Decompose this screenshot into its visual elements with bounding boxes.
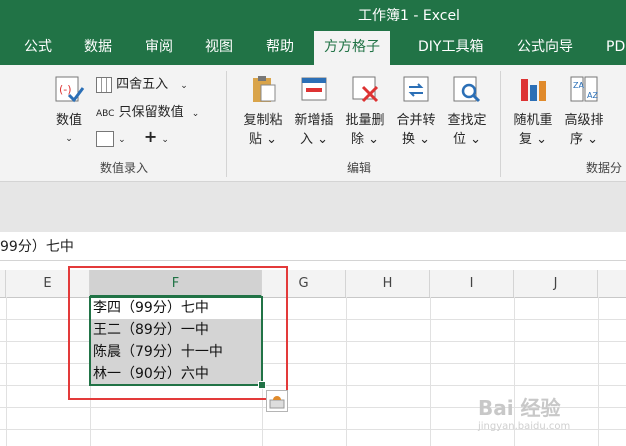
- copy-paste-button[interactable]: 复制粘 贴 ⌄: [238, 73, 288, 149]
- formula-bar[interactable]: 99分）七中: [0, 232, 626, 261]
- quick-analysis-button[interactable]: [266, 390, 288, 412]
- round-button[interactable]: 四舍五入 ⌄: [96, 73, 188, 93]
- chevron-down-icon: ⌄: [65, 134, 73, 144]
- group-separator: [226, 71, 227, 177]
- grid-line: [0, 385, 626, 386]
- group-separator: [500, 71, 501, 177]
- cell-f2[interactable]: 王二（89分）一中: [90, 319, 262, 341]
- quick-analysis-icon: [269, 396, 285, 409]
- magnifier-icon: [451, 73, 483, 105]
- svg-text:(-): (-): [59, 83, 72, 96]
- ribbon-bottom-area: [0, 182, 626, 232]
- svg-text:ZA: ZA: [573, 81, 584, 90]
- chevron-down-icon: ⌄: [180, 81, 188, 91]
- copy-paste-label-2: 贴 ⌄: [248, 132, 278, 147]
- column-header-h[interactable]: H: [346, 270, 430, 297]
- column-headers: E F G H I J: [0, 270, 626, 298]
- find-locate-label-2: 位 ⌄: [452, 132, 482, 147]
- advanced-sort-button[interactable]: ZA AZ 高级排 序 ⌄: [559, 73, 609, 149]
- find-locate-button[interactable]: 查找定 位 ⌄: [442, 73, 492, 149]
- column-header-j[interactable]: J: [514, 270, 598, 297]
- cell-f1[interactable]: 李四（99分）七中: [90, 297, 262, 319]
- insert-rows-icon: [298, 73, 330, 105]
- formula-value: 99分）七中: [0, 239, 74, 255]
- insert-label-2: 入 ⌄: [299, 132, 329, 147]
- fill-handle[interactable]: [258, 381, 266, 389]
- chevron-down-icon: ⌄: [191, 109, 200, 119]
- numeric-label: 数值: [55, 113, 82, 128]
- numeric-button[interactable]: (-) 数值 ⌄: [44, 73, 94, 149]
- ribbon: (-) 数值 ⌄ 四舍五入 ⌄ ABC 只保留数值 ⌄ ⌄ + ⌄ 数值录入 复…: [0, 65, 626, 182]
- batch-delete-label-2: 除 ⌄: [350, 132, 380, 147]
- tab-pdf[interactable]: PD: [606, 29, 625, 65]
- tab-data[interactable]: 数据: [84, 29, 112, 65]
- cell-f4[interactable]: 林一（90分）六中: [90, 363, 262, 385]
- column-header-f[interactable]: F: [90, 270, 262, 297]
- merge-convert-label: 合并转: [396, 113, 436, 128]
- group-label-value-entry: 数值录入: [100, 161, 149, 175]
- advanced-sort-label-2: 序 ⌄: [569, 132, 599, 147]
- ribbon-tabs: 公式 数据 审阅 视图 帮助 方方格子 DIY工具箱 公式向导 PD: [0, 29, 626, 65]
- merge-convert-button[interactable]: 合并转 换 ⌄: [391, 73, 441, 149]
- random-repeat-button[interactable]: 随机重 复 ⌄: [508, 73, 558, 149]
- cell-f3[interactable]: 陈晨（79分）十一中: [90, 341, 262, 363]
- batch-delete-label: 批量删: [345, 113, 385, 128]
- random-repeat-label-2: 复 ⌄: [518, 132, 548, 147]
- chevron-down-icon: ⌄: [161, 135, 169, 145]
- advanced-sort-label: 高级排: [564, 113, 604, 128]
- copy-paste-label: 复制粘: [243, 113, 283, 128]
- column-header-i[interactable]: I: [430, 270, 514, 297]
- tab-view[interactable]: 视图: [205, 29, 233, 65]
- random-repeat-label: 随机重: [513, 113, 553, 128]
- keep-values-button[interactable]: ABC 只保留数值 ⌄: [96, 101, 199, 120]
- batch-delete-button[interactable]: 批量删 除 ⌄: [340, 73, 390, 149]
- watermark-logo: Bai 经验 jingyan.baidu.com: [478, 396, 571, 432]
- tab-formula-wizard[interactable]: 公式向导: [517, 29, 573, 65]
- tab-diy-toolbox[interactable]: DIY工具箱: [418, 29, 483, 65]
- group-label-edit: 编辑: [347, 161, 372, 175]
- find-locate-label: 查找定: [447, 113, 487, 128]
- group-label-data-analysis: 数据分: [586, 161, 623, 175]
- plus-button[interactable]: +: [144, 127, 157, 146]
- round-label: 四舍五入: [116, 77, 169, 92]
- title-bar: 工作簿1 - Excel: [0, 0, 626, 29]
- tab-fangfang[interactable]: 方方格子: [314, 31, 390, 65]
- tab-review[interactable]: 审阅: [145, 29, 173, 65]
- tab-formulas[interactable]: 公式: [24, 29, 52, 65]
- grid-icon: [96, 76, 112, 93]
- chevron-down-icon: ⌄: [118, 135, 126, 145]
- column-header-e[interactable]: E: [6, 270, 90, 297]
- insert-button[interactable]: 新增插 入 ⌄: [289, 73, 339, 149]
- tab-help[interactable]: 帮助: [266, 29, 294, 65]
- random-bars-icon: [517, 73, 549, 105]
- svg-text:AZ: AZ: [587, 91, 598, 100]
- window-title: 工作簿1 - Excel: [358, 8, 460, 24]
- convert-arrows-icon: [400, 73, 432, 105]
- sort-az-icon: ZA AZ: [568, 73, 600, 105]
- keep-values-label: 只保留数值: [118, 105, 184, 120]
- numeric-icon: (-): [53, 73, 85, 105]
- clipboard-icon: [247, 73, 279, 105]
- column-header-g[interactable]: G: [262, 270, 346, 297]
- abc-icon: ABC: [96, 109, 115, 119]
- merge-convert-label-2: 换 ⌄: [401, 132, 431, 147]
- pencil-icon: [96, 130, 114, 147]
- delete-cross-icon: [349, 73, 381, 105]
- edit-tools-button[interactable]: ⌄ + ⌄: [96, 127, 169, 147]
- insert-label: 新增插: [294, 113, 334, 128]
